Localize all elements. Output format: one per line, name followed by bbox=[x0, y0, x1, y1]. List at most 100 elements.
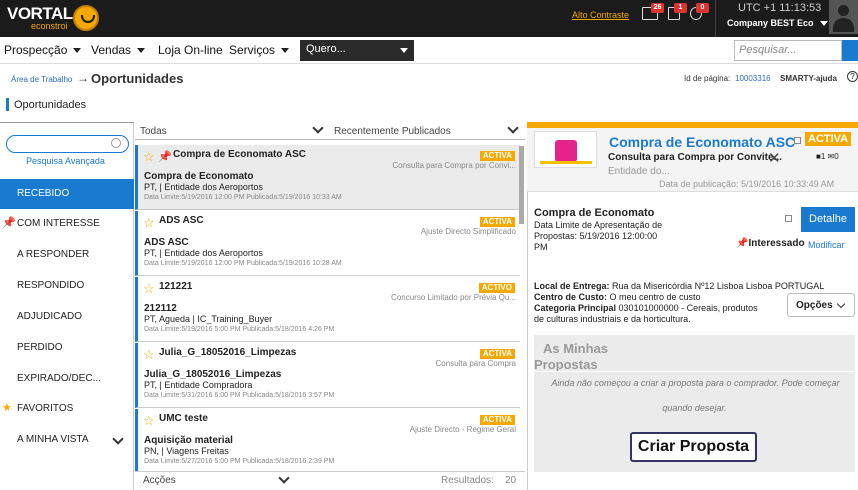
status-badge: ACTIVA bbox=[479, 217, 515, 227]
menu-prospeccao[interactable]: Prospecção bbox=[4, 43, 82, 57]
item-dates: Data Limite:5/31/2016 6:00 PM Publicada:… bbox=[144, 392, 335, 399]
category-label: Categoria Principal bbox=[534, 303, 617, 313]
nav-item-expirado[interactable]: EXPIRADO/DEC... bbox=[0, 364, 134, 394]
help-icon[interactable]: ? bbox=[847, 71, 858, 82]
item-org: PT, Agueda | IC_Training_Buyer bbox=[144, 314, 273, 324]
close-icon[interactable]: ✕ bbox=[768, 149, 781, 167]
actions-dropdown[interactable]: Acções bbox=[143, 475, 176, 486]
nav-item-a-responder[interactable]: A RESPONDER bbox=[0, 240, 134, 270]
interested-status: 📌Interessado bbox=[736, 238, 805, 249]
quero-label: Quero... bbox=[306, 43, 346, 55]
breadcrumb-root[interactable]: Área de Trabalho bbox=[11, 75, 72, 84]
nav-item-favoritos[interactable]: ★ FAVORITOS bbox=[0, 394, 134, 424]
results-label: Resultados: bbox=[441, 475, 494, 486]
star-outline-icon[interactable]: ☆ bbox=[143, 282, 155, 295]
company-selector[interactable]: Company BEST Eco bbox=[727, 18, 828, 28]
filter-todas[interactable]: Todas bbox=[140, 126, 167, 137]
nav-item-adjudicado[interactable]: ADJUDICADO bbox=[0, 302, 134, 332]
item-name[interactable]: 121221 bbox=[159, 281, 192, 292]
page-id-label: Id de página: bbox=[684, 74, 731, 83]
sort-selector[interactable]: Recentemente Publicados bbox=[334, 126, 451, 137]
item-org: PN, | Viagens Freitas bbox=[144, 446, 229, 456]
star-outline-icon[interactable]: ☆ bbox=[143, 414, 155, 427]
chevron-down-icon bbox=[73, 48, 82, 54]
star-outline-icon[interactable]: ☆ bbox=[143, 150, 155, 163]
list-item[interactable]: ☆ Julia_G_18052016_Limpezas ACTIVA Consu… bbox=[135, 343, 520, 408]
item-name[interactable]: ADS ASC bbox=[159, 215, 204, 226]
search-icon[interactable] bbox=[111, 138, 121, 148]
category-info: Categoria Principal 030101000000 - Cerea… bbox=[534, 303, 758, 313]
item-name[interactable]: Compra de Economato ASC bbox=[173, 149, 306, 160]
chevron-down-icon bbox=[400, 48, 408, 53]
page-id-value[interactable]: 10003316 bbox=[735, 74, 771, 83]
advanced-search-link[interactable]: Pesquisa Avançada bbox=[26, 156, 105, 166]
item-dates: Data Limite:5/19/2016 5:00 PM Publicada:… bbox=[144, 326, 335, 333]
quero-dropdown[interactable]: Quero... bbox=[300, 40, 414, 61]
nav-label: A MINHA VISTA bbox=[17, 434, 89, 445]
document-counts: ■1 ✉0 bbox=[816, 152, 839, 161]
nav-item-perdido[interactable]: PERDIDO bbox=[0, 333, 134, 363]
proposals-message-1: Ainda não começou a criar a proposta par… bbox=[551, 378, 840, 388]
star-outline-icon[interactable]: ☆ bbox=[143, 348, 155, 361]
status-badge: ACTIVA bbox=[479, 415, 515, 425]
list-item[interactable]: ☆ UMC teste ACTIVA Ajuste Directo - Regi… bbox=[135, 409, 520, 474]
nav-label: COM INTERESSE bbox=[17, 218, 100, 229]
options-dropdown[interactable]: Opções bbox=[787, 293, 855, 317]
nav-item-com-interesse[interactable]: 📌 COM INTERESSE bbox=[0, 209, 134, 239]
divider bbox=[0, 122, 134, 123]
logo-subtitle: econstroi bbox=[31, 21, 68, 31]
proposals-heading-1: As Minhas bbox=[543, 341, 609, 356]
external-link-icon[interactable] bbox=[794, 137, 801, 144]
menu-label: Vendas bbox=[91, 43, 132, 57]
nav-item-a-minha-vista[interactable]: A MINHA VISTA bbox=[0, 425, 134, 455]
high-contrast-link[interactable]: Alto Contraste bbox=[572, 10, 629, 20]
item-dates: Data Limite:5/19/2016 12:00 PM Publicada… bbox=[144, 260, 342, 267]
options-label: Opções bbox=[796, 300, 833, 311]
detail-button[interactable]: Detalhe bbox=[801, 207, 855, 232]
item-name[interactable]: Julia_G_18052016_Limpezas bbox=[159, 347, 296, 358]
item-type: Consulta para Compra por Convi... bbox=[392, 161, 516, 170]
results-count: 20 bbox=[505, 475, 517, 486]
section-title: Oportunidades bbox=[14, 99, 87, 111]
item-org: PT, | Entidade dos Aeroportos bbox=[144, 182, 263, 192]
nav-label: PERDIDO bbox=[17, 342, 63, 353]
nav-label: RECEBIDO bbox=[17, 188, 70, 199]
create-proposal-button[interactable]: Criar Proposta bbox=[630, 432, 757, 462]
status-badge: ACTIVO bbox=[478, 283, 515, 293]
search-icon[interactable] bbox=[842, 40, 858, 61]
search-input[interactable]: Pesquisar... bbox=[734, 40, 842, 61]
interested-label: Interessado bbox=[748, 238, 805, 249]
chevron-down-icon bbox=[137, 48, 146, 54]
avatar[interactable] bbox=[829, 0, 858, 34]
list-item[interactable]: ☆ 121221 ACTIVO Concurso Limitado por Pr… bbox=[135, 277, 520, 342]
nav-item-respondido[interactable]: RESPONDIDO bbox=[0, 271, 134, 301]
star-icon: ★ bbox=[2, 402, 12, 414]
deadline-line-2: Propostas: 5/19/2016 12:00:00 bbox=[534, 231, 658, 241]
external-link-icon[interactable] bbox=[785, 215, 792, 222]
detail-name: Compra de Economato bbox=[534, 207, 655, 219]
item-org: PT, | Entidade Compradora bbox=[144, 380, 253, 390]
breadcrumb-arrow-icon: → bbox=[77, 71, 89, 85]
list-item[interactable]: ☆ ADS ASC ACTIVA Ajuste Directo Simplifi… bbox=[135, 211, 520, 276]
menu-loja-online[interactable]: Loja On-line bbox=[158, 43, 223, 57]
detail-title[interactable]: Compra de Economato ASC bbox=[609, 134, 795, 150]
modify-link[interactable]: Modificar bbox=[808, 240, 845, 250]
chevron-down-icon bbox=[281, 48, 290, 54]
page-title: Oportunidades bbox=[91, 71, 184, 86]
deadline-line-1: Data Limite de Apresentação de bbox=[534, 220, 663, 230]
mail-count: 0 bbox=[834, 152, 839, 161]
pin-icon[interactable]: 📌 bbox=[158, 150, 172, 163]
chevron-down-icon bbox=[819, 21, 828, 27]
nav-item-recebido[interactable]: RECEBIDO bbox=[0, 179, 134, 209]
list-scrollbar[interactable] bbox=[519, 146, 524, 224]
cost-label: Centro de Custo: bbox=[534, 292, 607, 302]
menu-vendas[interactable]: Vendas bbox=[91, 43, 146, 57]
item-dates: Data Limite:5/19/2016 12:00 PM Publicada… bbox=[144, 194, 342, 201]
item-name[interactable]: UMC teste bbox=[159, 413, 208, 424]
company-name: Company BEST Eco bbox=[727, 18, 814, 28]
list-item[interactable]: ☆ 📌 Compra de Economato ASC ACTIVA Consu… bbox=[135, 145, 520, 210]
menu-servicos[interactable]: Serviços bbox=[229, 43, 290, 57]
help-link[interactable]: SMARTY-ajuda bbox=[780, 74, 837, 83]
star-outline-icon[interactable]: ☆ bbox=[143, 216, 155, 229]
notes-count-badge: 1 bbox=[674, 3, 687, 13]
